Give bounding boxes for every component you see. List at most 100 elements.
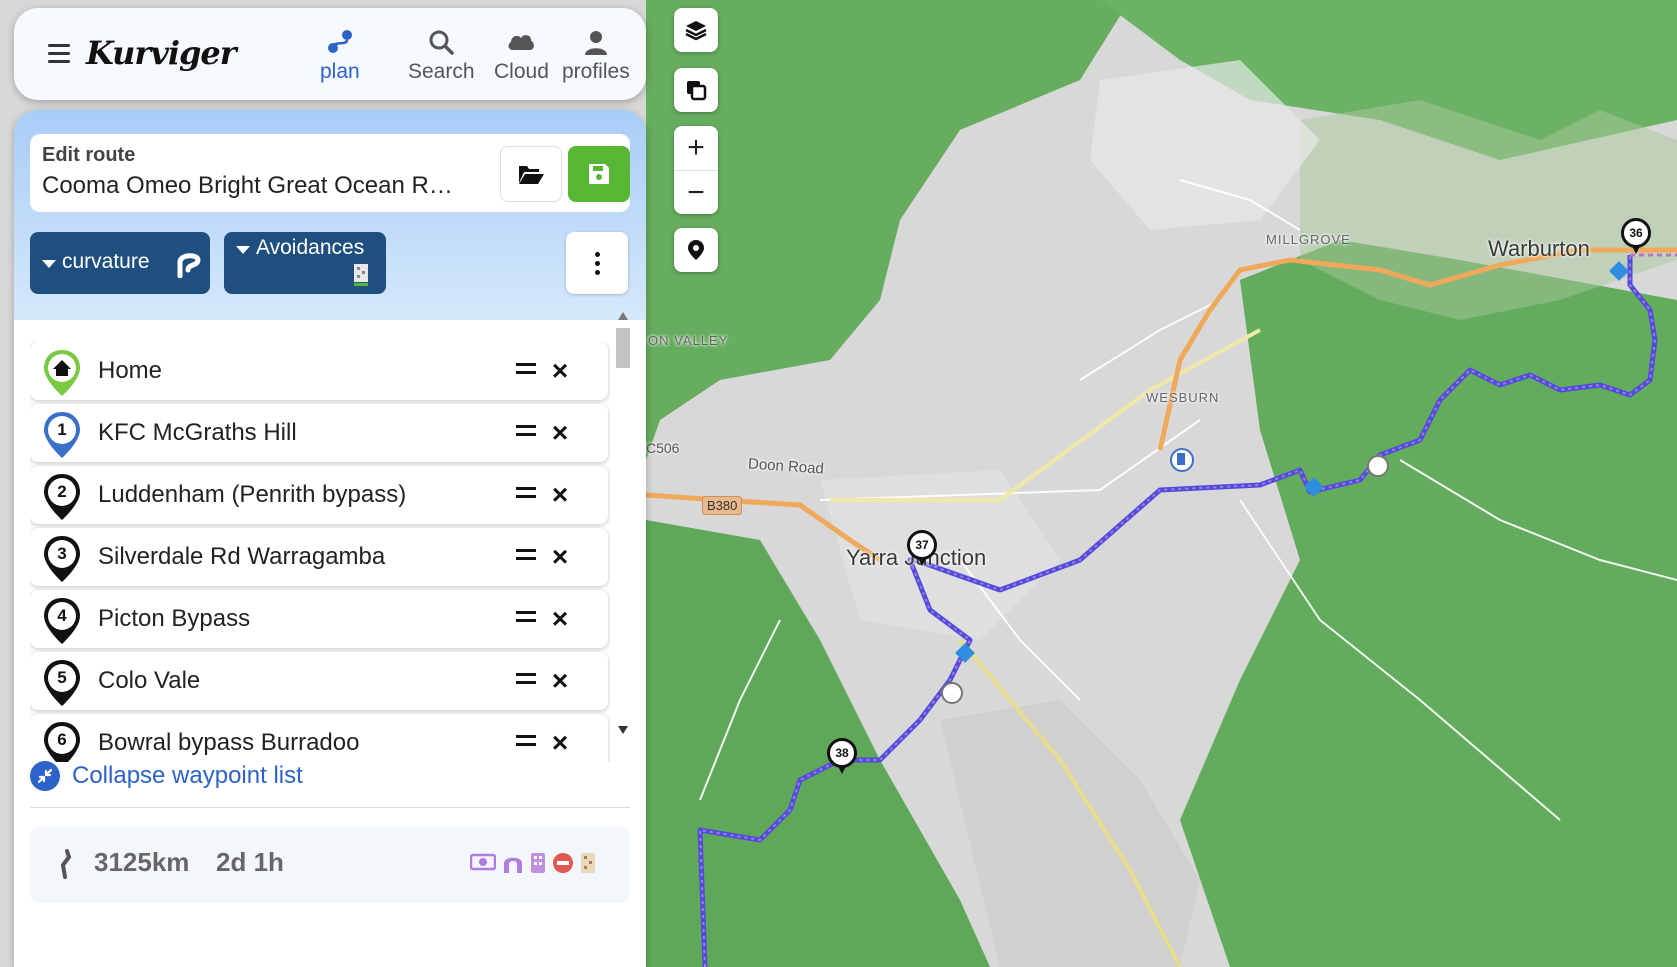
nav-cloud[interactable]: Cloud xyxy=(494,28,549,84)
waypoint-badge: 4 xyxy=(57,606,67,625)
nav-profiles[interactable]: profiles xyxy=(562,28,630,84)
remove-waypoint-button[interactable]: × xyxy=(548,604,572,634)
home-pin-icon xyxy=(44,350,80,396)
route-marker-number: 38 xyxy=(827,738,857,768)
remove-waypoint-button[interactable]: × xyxy=(548,356,572,386)
edit-route-label: Edit route xyxy=(42,144,136,166)
more-options-button[interactable] xyxy=(566,232,628,294)
waypoint-row-1[interactable]: 1 KFC McGraths Hill × xyxy=(30,404,608,462)
waypoint-badge: 2 xyxy=(57,482,67,501)
waypoint-list-scrollbar[interactable] xyxy=(614,310,632,740)
drag-handle-icon[interactable] xyxy=(516,611,536,627)
route-distance: 3125km xyxy=(94,847,190,877)
drag-handle-icon[interactable] xyxy=(516,425,536,441)
user-icon xyxy=(584,31,607,55)
avoidances-label: Avoidances xyxy=(256,236,365,259)
waypoint-row-home[interactable]: Home × xyxy=(30,342,608,400)
curvy-road-icon xyxy=(177,253,201,278)
menu-icon[interactable] xyxy=(48,44,70,64)
route-panel: Edit route Cooma Omeo Bright Great Ocean… xyxy=(14,110,646,967)
route-marker-37[interactable]: 37 xyxy=(907,530,937,568)
avoidance-summary-icons xyxy=(470,852,596,874)
route-name[interactable]: Cooma Omeo Bright Great Ocean R… xyxy=(42,172,482,200)
waypoint-list[interactable]: Home × 1 KFC McGraths Hill × 2 Luddenham… xyxy=(30,342,610,762)
nav-plan-label: plan xyxy=(320,60,360,83)
map-label-warburton: Warburton xyxy=(1488,236,1590,261)
nav-cloud-label: Cloud xyxy=(494,60,549,83)
no-entry-icon xyxy=(553,853,573,873)
drag-handle-icon[interactable] xyxy=(516,673,536,689)
collapse-waypoint-list-button[interactable]: Collapse waypoint list xyxy=(30,758,303,794)
waypoint-name: KFC McGraths Hill xyxy=(98,419,297,446)
remove-waypoint-button[interactable]: × xyxy=(548,542,572,572)
locate-button[interactable] xyxy=(674,228,718,272)
remove-waypoint-button[interactable]: × xyxy=(548,728,572,758)
route-marker-38[interactable]: 38 xyxy=(827,738,857,776)
waypoint-name: Colo Vale xyxy=(98,667,201,694)
unpaved-icon xyxy=(581,853,595,873)
layers-button[interactable] xyxy=(674,8,718,52)
drag-handle-icon[interactable] xyxy=(516,487,536,503)
waypoint-row-6[interactable]: 6 Bowral bypass Burradoo × xyxy=(30,714,608,762)
cloud-icon xyxy=(508,35,535,50)
open-route-button[interactable] xyxy=(500,146,562,202)
curvature-label: curvature xyxy=(62,250,150,273)
ferry-icon xyxy=(531,853,545,873)
nav-plan[interactable]: plan xyxy=(320,28,360,84)
map-label-millgrove: MILLGROVE xyxy=(1266,232,1351,247)
drag-handle-icon[interactable] xyxy=(516,363,536,379)
scroll-down-icon[interactable] xyxy=(618,726,628,734)
map-label-c506: C506 xyxy=(646,440,680,456)
overlay-toggle-button[interactable] xyxy=(674,68,718,112)
waypoint-badge: 5 xyxy=(57,668,67,687)
waypoint-badge: 1 xyxy=(57,420,67,439)
route-marker-36[interactable]: 36 xyxy=(1621,218,1651,256)
nav-search[interactable]: Search xyxy=(408,28,475,84)
location-pin-icon xyxy=(688,240,704,260)
route-card: Edit route Cooma Omeo Bright Great Ocean… xyxy=(30,134,630,212)
collapse-icon xyxy=(30,761,60,791)
overlay-icon xyxy=(687,81,707,101)
waypoint-row-2[interactable]: 2 Luddenham (Penrith bypass) × xyxy=(30,466,608,524)
toll-icon xyxy=(470,853,496,871)
waypoint-row-4[interactable]: 4 Picton Bypass × xyxy=(30,590,608,648)
remove-waypoint-button[interactable]: × xyxy=(548,666,572,696)
drag-handle-icon[interactable] xyxy=(516,549,536,565)
avoidances-dropdown[interactable]: Avoidances xyxy=(224,232,386,294)
waypoint-row-3[interactable]: 3 Silverdale Rd Warragamba × xyxy=(30,528,608,586)
zoom-out-button[interactable]: − xyxy=(674,170,718,214)
tunnel-icon xyxy=(504,857,522,873)
save-route-button[interactable] xyxy=(568,146,630,202)
remove-waypoint-button[interactable]: × xyxy=(548,418,572,448)
waypoint-name: Home xyxy=(98,357,163,384)
waypoint-name: Silverdale Rd Warragamba xyxy=(98,543,386,570)
route-header: Edit route Cooma Omeo Bright Great Ocean… xyxy=(14,110,646,320)
scroll-up-icon[interactable] xyxy=(618,312,628,320)
drag-handle-icon[interactable] xyxy=(516,735,536,751)
unpaved-road-icon xyxy=(354,264,368,286)
road-icon xyxy=(60,849,72,879)
zoom-in-button[interactable]: + xyxy=(674,126,718,170)
divider xyxy=(30,807,630,808)
map-label-valley: ON VALLEY xyxy=(648,333,729,348)
nav-search-label: Search xyxy=(408,60,475,83)
waypoint-row-5[interactable]: 5 Colo Vale × xyxy=(30,652,608,710)
layers-icon xyxy=(685,21,707,41)
waypoint-badge: 3 xyxy=(57,544,67,563)
waypoint-name: Bowral bypass Burradoo xyxy=(98,729,360,756)
waypoint-name: Luddenham (Penrith bypass) xyxy=(98,481,407,508)
caret-down-icon xyxy=(236,246,250,254)
waypoint-badge: 6 xyxy=(57,730,67,749)
route-marker-number: 37 xyxy=(907,530,937,560)
top-navigation-bar: Kurviger plan Search Cloud profiles xyxy=(14,8,646,100)
zoom-controls: + − xyxy=(674,126,718,214)
curvature-dropdown[interactable]: curvature xyxy=(30,232,210,294)
more-dot-icon xyxy=(594,251,600,257)
route-plan-icon xyxy=(327,30,352,53)
nav-profiles-label: profiles xyxy=(562,60,630,83)
save-icon xyxy=(589,164,609,184)
remove-waypoint-button[interactable]: × xyxy=(548,480,572,510)
waypoint-name: Picton Bypass xyxy=(98,605,251,632)
scrollbar-thumb[interactable] xyxy=(616,328,630,368)
route-summary[interactable]: 3125km 2d 1h xyxy=(30,827,630,903)
